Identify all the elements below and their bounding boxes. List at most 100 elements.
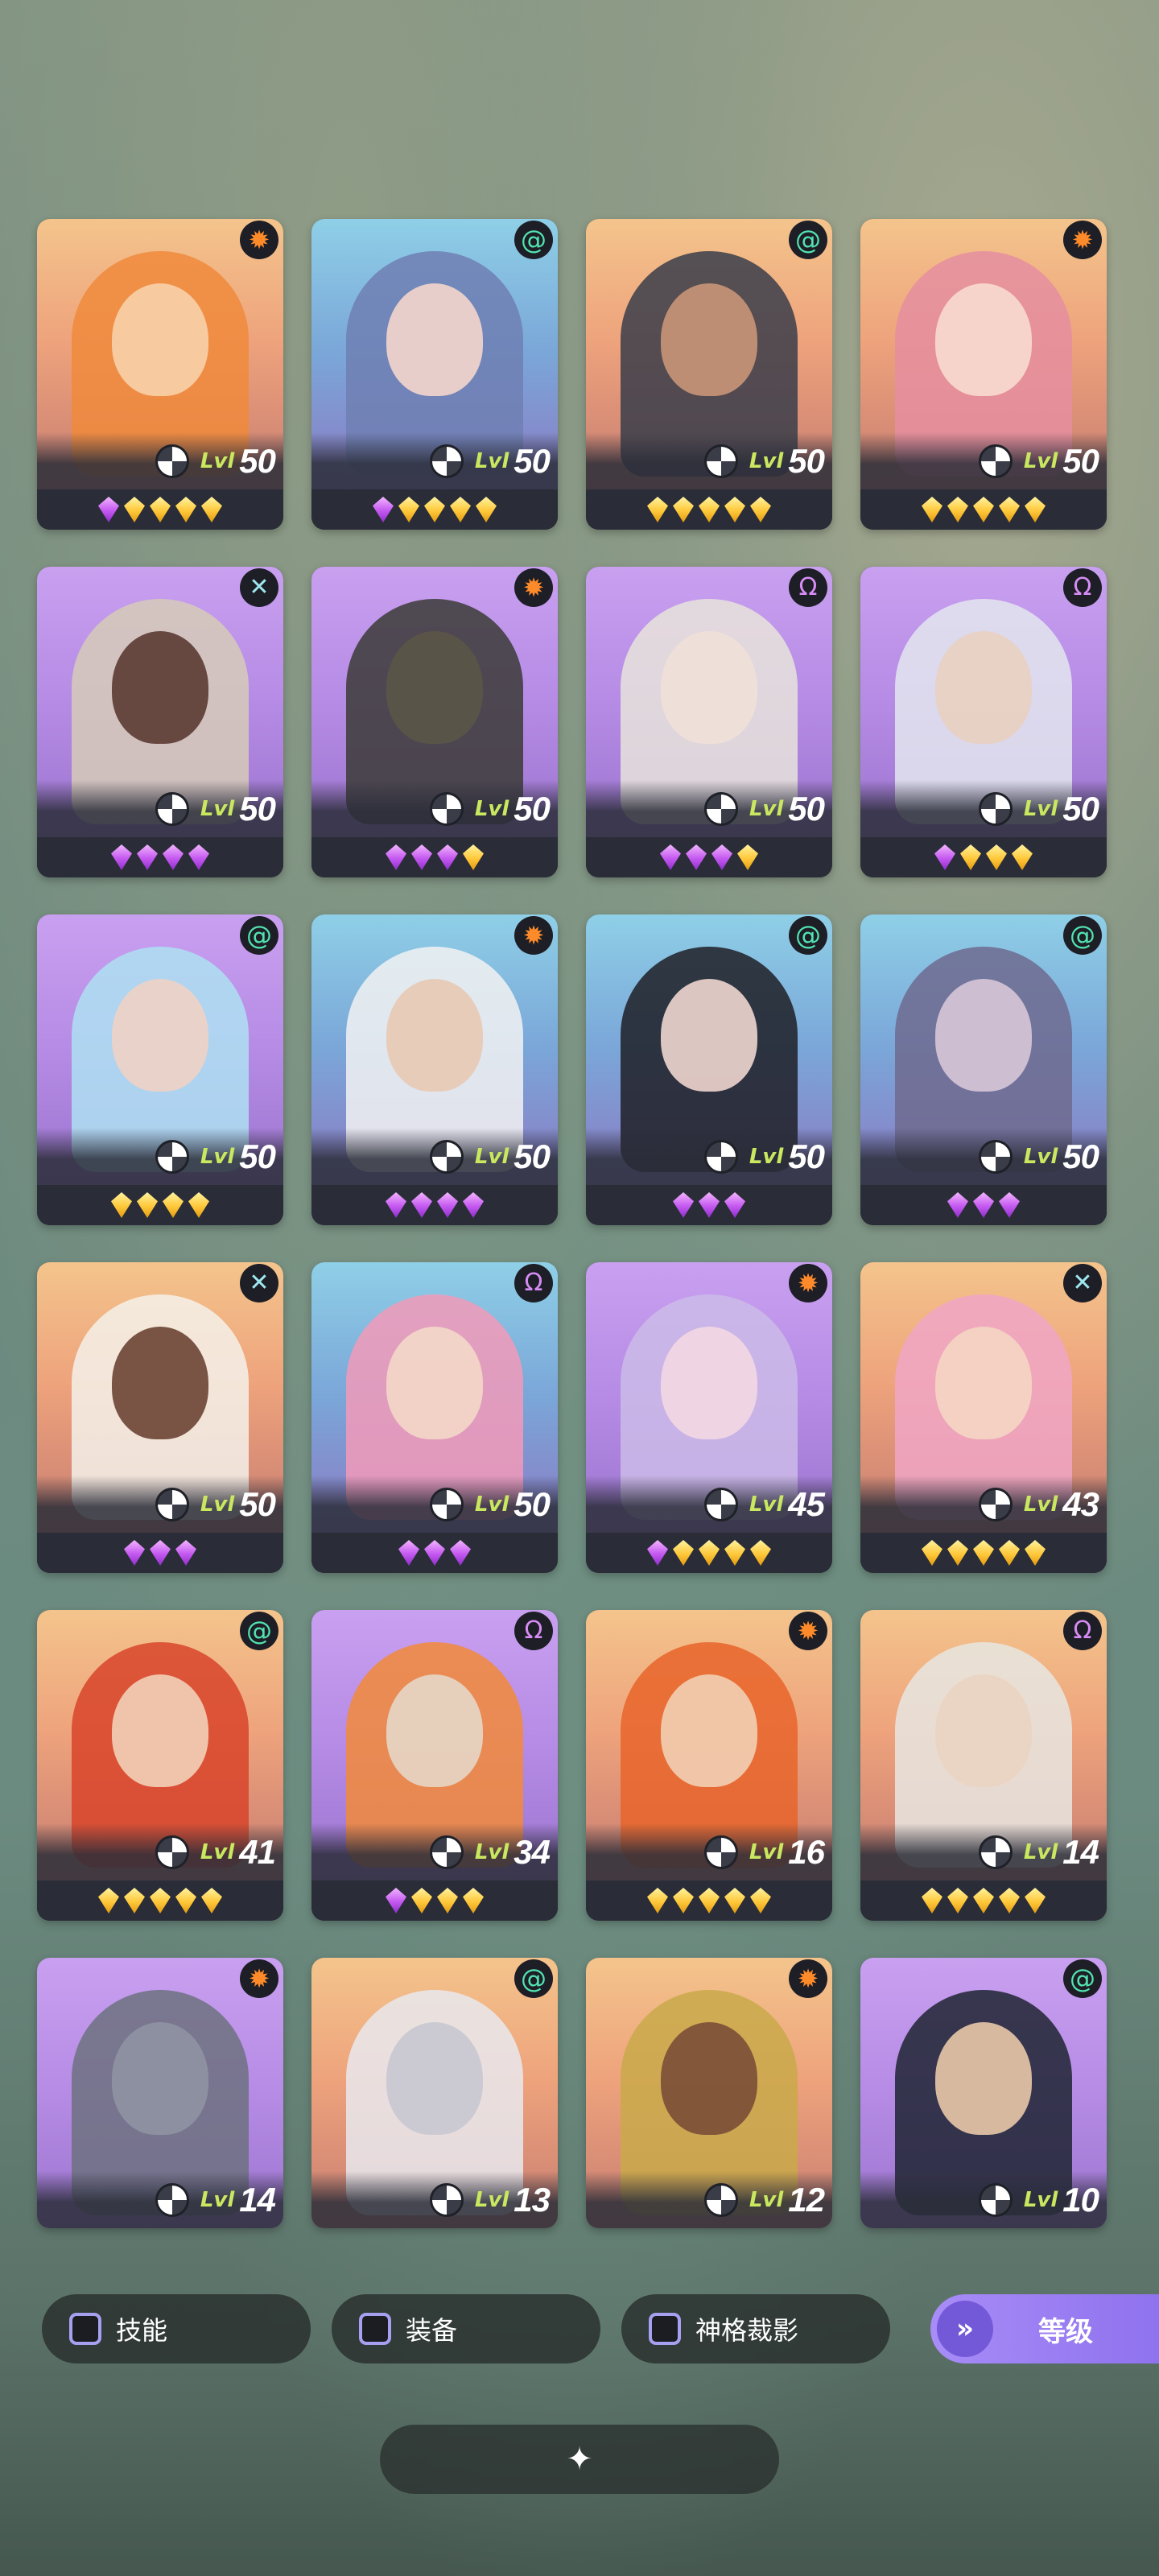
gold-gem-icon — [973, 497, 994, 522]
hero-card[interactable]: Lvl 34 Ω — [311, 1610, 558, 1921]
tier-icon — [703, 1835, 738, 1869]
tier-icon — [155, 792, 189, 826]
hero-face — [935, 1327, 1032, 1439]
filter-equipment-button[interactable]: 装备 — [332, 2294, 600, 2363]
level-number: 14 — [1062, 1833, 1099, 1871]
gold-gem-icon — [124, 497, 145, 522]
sort-level-button[interactable]: » 等级 — [930, 2294, 1159, 2363]
gold-gem-icon — [960, 844, 981, 870]
spiral-faction-icon: @ — [789, 221, 827, 259]
level-number: 50 — [1062, 442, 1099, 480]
gold-gem-icon — [411, 1888, 432, 1913]
filter-divine-crop-button[interactable]: 神格裁影 — [621, 2294, 890, 2363]
level-prefix: Lvl — [749, 1492, 784, 1517]
hero-card[interactable]: Lvl 50 Ω — [586, 567, 832, 877]
purple-gem-icon — [424, 1540, 445, 1566]
hero-card[interactable]: Lvl 50 @ — [311, 219, 558, 530]
gold-gem-icon — [463, 844, 484, 870]
level-prefix: Lvl — [474, 1145, 509, 1169]
filter-skill-button[interactable]: 技能 — [42, 2294, 311, 2363]
divine-crop-checkbox[interactable] — [649, 2313, 681, 2345]
star-rank — [860, 489, 1107, 530]
gold-gem-icon — [137, 1192, 158, 1218]
level-prefix: Lvl — [1023, 2188, 1058, 2212]
hero-face — [661, 979, 757, 1092]
tier-icon — [429, 792, 464, 826]
hero-card[interactable]: Lvl 50 @ — [860, 914, 1107, 1225]
gold-gem-icon — [673, 1888, 694, 1913]
hero-face — [112, 283, 208, 396]
level-prefix: Lvl — [474, 1840, 509, 1864]
hero-level: Lvl 43 — [978, 1484, 1099, 1525]
purple-gem-icon — [386, 1888, 406, 1913]
hero-card[interactable]: Lvl 50 Ω — [311, 1262, 558, 1573]
hero-card[interactable]: Lvl 50 ✹ — [311, 567, 558, 877]
hero-card[interactable]: Lvl 50 @ — [586, 219, 832, 530]
hero-card[interactable]: Lvl 50 @ — [586, 914, 832, 1225]
level-number: 50 — [514, 1137, 551, 1175]
hero-grid: Lvl 50 ✹ Lvl 50 @ Lvl 50 @ Lvl 50 ✹ Lvl 50 ✕ Lvl 50 ✹ Lvl 5… — [37, 219, 1112, 2228]
gold-gem-icon — [750, 1540, 771, 1566]
gold-gem-icon — [673, 497, 694, 522]
purple-gem-icon — [686, 844, 707, 870]
level-number: 50 — [514, 442, 551, 480]
cross-faction-icon: ✕ — [240, 568, 278, 607]
level-prefix: Lvl — [200, 1492, 235, 1517]
gold-gem-icon — [111, 1192, 132, 1218]
level-number: 34 — [514, 1833, 551, 1871]
collapse-toggle-button[interactable]: ✦ — [380, 2425, 779, 2494]
hero-card[interactable]: Lvl 50 Ω — [860, 567, 1107, 877]
level-prefix: Lvl — [200, 1840, 235, 1864]
hero-face — [386, 631, 483, 744]
hero-card[interactable]: Lvl 50 ✕ — [37, 1262, 283, 1573]
level-number: 50 — [788, 790, 825, 828]
star-rank — [37, 1185, 283, 1225]
hero-face — [386, 1674, 483, 1787]
hero-level: Lvl 12 — [703, 2180, 825, 2220]
purple-gem-icon — [137, 844, 158, 870]
hero-card[interactable]: Lvl 45 ✹ — [586, 1262, 832, 1573]
level-prefix: Lvl — [749, 2188, 784, 2212]
level-number: 10 — [1062, 2181, 1099, 2219]
level-prefix: Lvl — [200, 1145, 235, 1169]
hero-level: Lvl 34 — [429, 1832, 551, 1872]
hero-card[interactable]: Lvl 50 ✹ — [311, 914, 558, 1225]
hero-card[interactable]: Lvl 12 ✹ — [586, 1958, 832, 2228]
skill-checkbox[interactable] — [69, 2313, 101, 2345]
hero-card[interactable]: Lvl 10 @ — [860, 1958, 1107, 2228]
gold-gem-icon — [175, 1888, 196, 1913]
hero-card[interactable]: Lvl 14 ✹ — [37, 1958, 283, 2228]
hero-card[interactable]: Lvl 50 ✹ — [37, 219, 283, 530]
gold-gem-icon — [724, 497, 745, 522]
level-prefix: Lvl — [474, 1492, 509, 1517]
hero-card[interactable]: Lvl 50 ✹ — [860, 219, 1107, 530]
gold-gem-icon — [986, 844, 1007, 870]
level-number: 41 — [239, 1833, 276, 1871]
level-number: 50 — [788, 1137, 825, 1175]
hero-face — [386, 2022, 483, 2135]
star-rank — [860, 1185, 1107, 1225]
purple-gem-icon — [398, 1540, 419, 1566]
purple-gem-icon — [111, 844, 132, 870]
star-rank — [860, 1533, 1107, 1573]
hero-card[interactable]: Lvl 43 ✕ — [860, 1262, 1107, 1573]
equipment-checkbox[interactable] — [359, 2313, 391, 2345]
hero-card[interactable]: Lvl 50 @ — [37, 914, 283, 1225]
hero-card[interactable]: Lvl 14 Ω — [860, 1610, 1107, 1921]
purple-gem-icon — [463, 1192, 484, 1218]
hero-card[interactable]: Lvl 13 @ — [311, 1958, 558, 2228]
spiral-faction-icon: @ — [1063, 1959, 1102, 1998]
hero-card[interactable]: Lvl 16 ✹ — [586, 1610, 832, 1921]
hero-face — [935, 2022, 1032, 2135]
gold-gem-icon — [750, 1888, 771, 1913]
tier-icon — [429, 1488, 464, 1521]
tier-icon — [978, 1835, 1013, 1869]
hero-level: Lvl 50 — [155, 441, 276, 481]
cross-faction-icon: ✕ — [240, 1264, 278, 1302]
hero-card[interactable]: Lvl 41 @ — [37, 1610, 283, 1921]
tier-icon — [429, 1835, 464, 1869]
omega-faction-icon: Ω — [789, 568, 827, 607]
gold-gem-icon — [98, 1888, 119, 1913]
hero-card[interactable]: Lvl 50 ✕ — [37, 567, 283, 877]
tier-icon — [978, 2183, 1013, 2217]
